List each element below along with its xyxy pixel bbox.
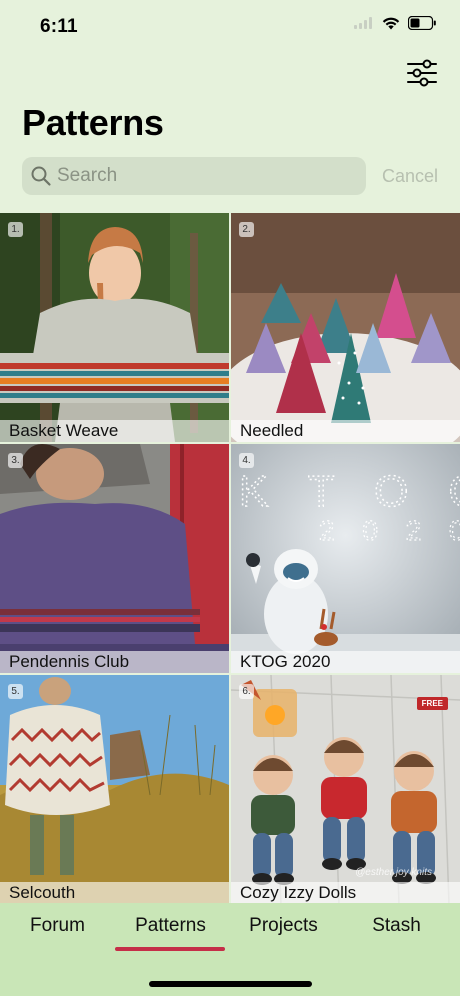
pattern-name: KTOG 2020 [231,651,460,673]
pattern-photo: K T O G 2 0 2 0 [231,444,460,673]
pattern-rank: 5. [8,684,23,699]
ktog-year: 2 0 2 0 [319,515,460,546]
free-badge: FREE [416,697,448,710]
photo-watermark: @esther joy knits [355,867,432,878]
active-tab-indicator [115,947,225,951]
cancel-button[interactable]: Cancel [382,166,438,187]
pattern-grid: 1. Basket Weave 2. Needled 3. Pendennis … [0,213,460,904]
search-input[interactable] [57,165,347,187]
home-indicator[interactable] [149,981,312,987]
tab-projects[interactable]: Projects [226,913,341,953]
filter-button[interactable] [406,58,438,88]
pattern-name: Needled [231,420,460,442]
wifi-icon [382,17,400,29]
tab-stash[interactable]: Stash [339,913,454,953]
search-bar[interactable] [22,157,366,195]
signal-icon [354,17,372,29]
pattern-photo [0,444,229,673]
pattern-tile-pendennis-club[interactable]: 3. Pendennis Club [0,444,229,673]
pattern-name: Pendennis Club [0,651,229,673]
pattern-tile-ktog-2020[interactable]: K T O G 2 0 2 0 4. KTOG 2020 [231,444,460,673]
pattern-rank: 2. [239,222,254,237]
status-icons [354,16,436,30]
ktog-letters: K T O G [239,467,460,516]
pattern-photo [0,213,229,442]
pattern-name: Cozy Izzy Dolls [231,882,460,904]
pattern-rank: 6. [239,684,254,699]
pattern-photo [0,675,229,904]
pattern-rank: 4. [239,453,254,468]
pattern-rank: 3. [8,453,23,468]
pattern-rank: 1. [8,222,23,237]
status-bar: 6:11 [0,0,460,56]
tab-forum[interactable]: Forum [0,913,115,953]
pattern-tile-cozy-izzy-dolls[interactable]: FREE @esther joy knits 6. Cozy Izzy Doll… [231,675,460,904]
sliders-icon [407,59,437,87]
pattern-tile-basket-weave[interactable]: 1. Basket Weave [0,213,229,442]
pattern-tile-selcouth[interactable]: 5. Selcouth [0,675,229,904]
pattern-tile-needled[interactable]: 2. Needled [231,213,460,442]
status-time: 6:11 [40,16,78,37]
search-icon [31,166,51,186]
battery-icon [408,16,436,30]
pattern-name: Selcouth [0,882,229,904]
pattern-name: Basket Weave [0,420,229,442]
pattern-photo [231,213,460,442]
page-title: Patterns [22,102,164,143]
